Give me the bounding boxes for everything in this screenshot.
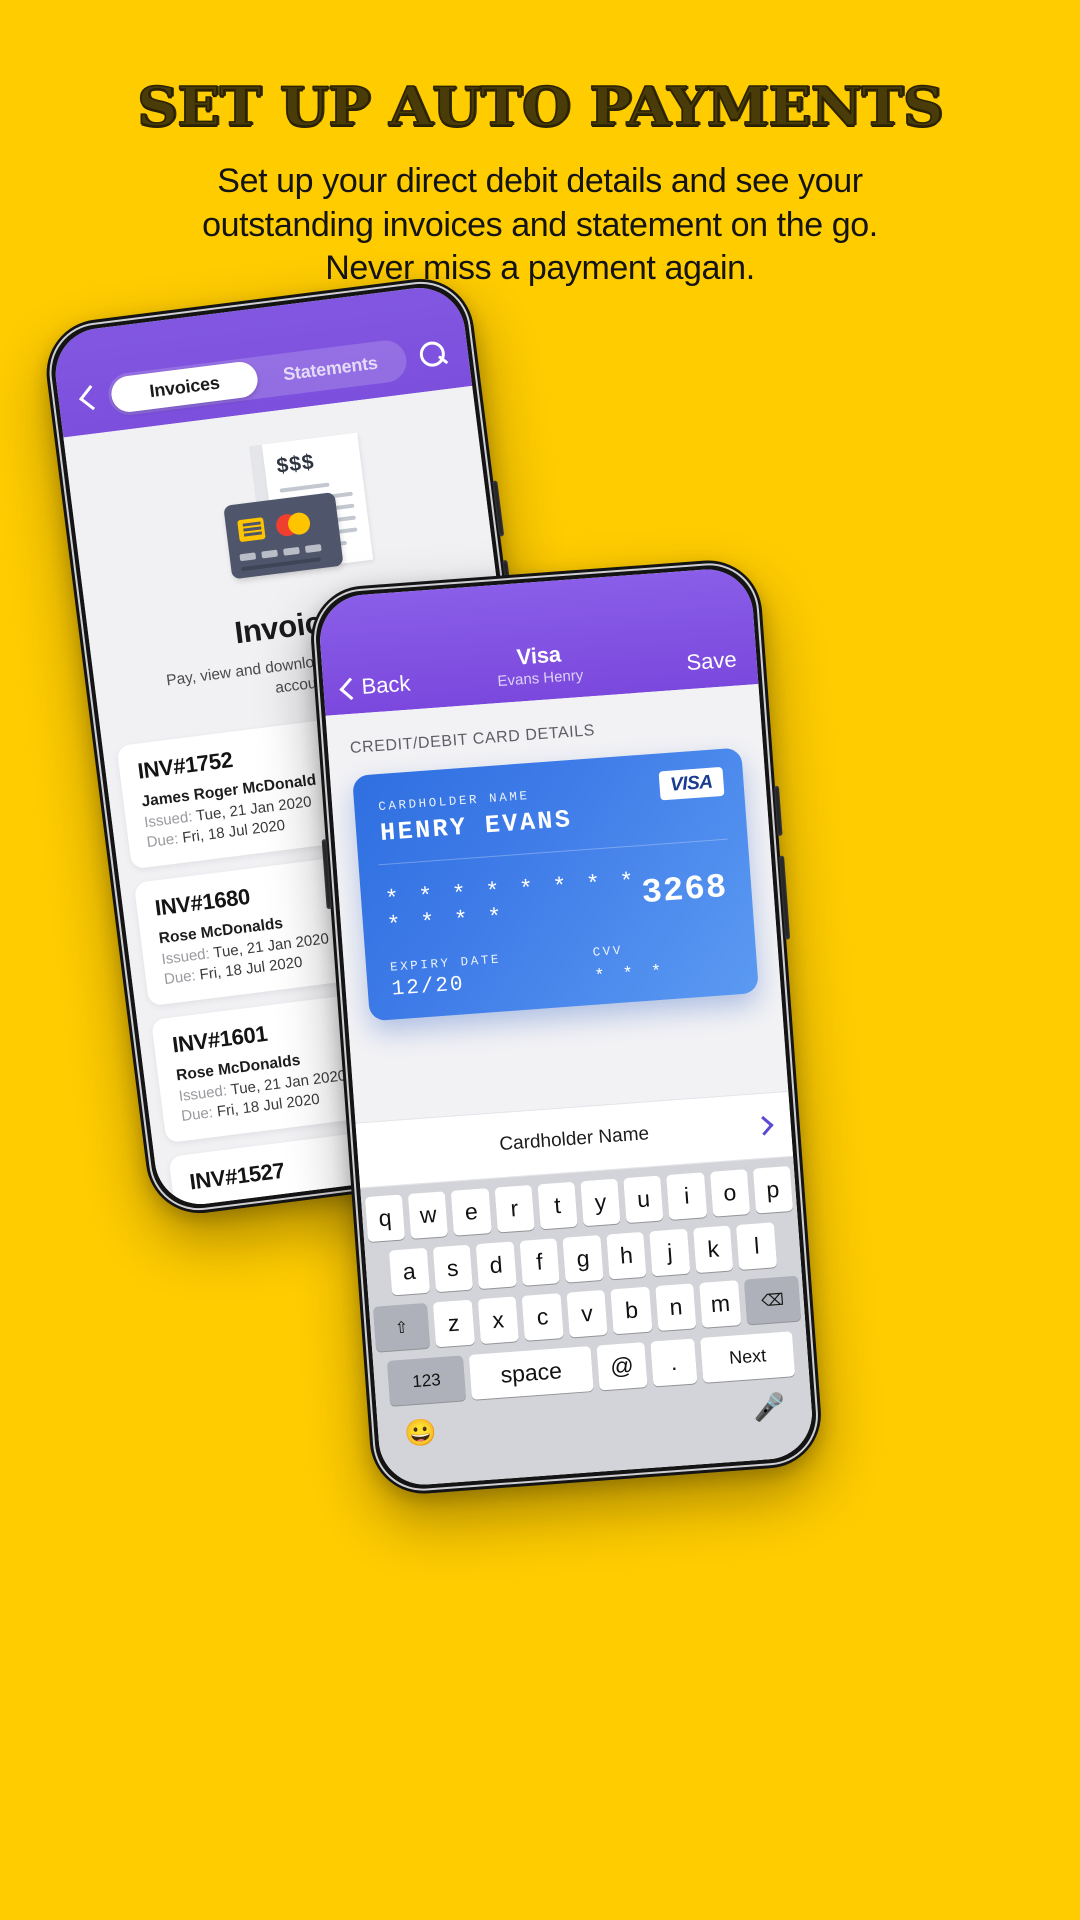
key-k[interactable]: k (692, 1225, 734, 1274)
cardholder-name-field-label: Cardholder Name (498, 1123, 650, 1156)
key-s[interactable]: s (432, 1244, 474, 1293)
key-v[interactable]: v (566, 1289, 608, 1338)
key-a[interactable]: a (388, 1247, 430, 1296)
credit-card-preview-wrapper: VISA CARDHOLDER NAME HENRY EVANS * * * *… (329, 728, 781, 1023)
invoice-due-label: Due: (145, 830, 180, 851)
invoice-issued-value: Tue, 21 Jan 2020 (247, 1204, 364, 1210)
key-b[interactable]: b (610, 1286, 653, 1335)
promo-subtitle-line-2: outstanding invoices and statement on th… (202, 205, 878, 244)
key-w[interactable]: w (407, 1191, 449, 1239)
promo-canvas: SET UP AUTO PAYMENTS Set up your direct … (0, 0, 1080, 1920)
key-g[interactable]: g (562, 1235, 604, 1283)
expiry-value: 12/20 (390, 973, 466, 1002)
phone-b-volume-up-button (773, 785, 783, 836)
key-next[interactable]: Next (700, 1331, 796, 1383)
visa-logo: VISA (658, 766, 725, 801)
phone-b-volume-down-button (779, 855, 791, 940)
key-h[interactable]: h (606, 1231, 647, 1280)
shift-icon[interactable]: ⇧ (372, 1302, 431, 1352)
back-button[interactable]: Back (339, 671, 412, 702)
key-at[interactable]: @ (596, 1342, 648, 1391)
key-l[interactable]: l (736, 1222, 778, 1270)
phone-mockup-card-details: Back Visa Evans Henry Save CREDIT/DEBIT … (307, 556, 825, 1498)
key-y[interactable]: y (580, 1178, 621, 1227)
emoji-icon[interactable]: 😀 (403, 1417, 438, 1450)
card-number-last4: 3268 (640, 868, 729, 914)
page-title: SET UP AUTO PAYMENTS (136, 75, 944, 139)
chevron-left-icon (339, 680, 356, 697)
promo-subtitle-line-1: Set up your direct debit details and see… (217, 162, 863, 200)
key-q[interactable]: q (364, 1194, 406, 1243)
chevron-left-icon[interactable] (75, 381, 101, 417)
microphone-icon[interactable]: 🎤 (752, 1391, 787, 1424)
invoice-issued-label: Issued: (177, 1081, 228, 1105)
card-number-row: * * * * * * * * * * * * 3268 (384, 862, 729, 939)
credit-card-icon (223, 491, 344, 580)
key-u[interactable]: u (623, 1175, 664, 1224)
chip-icon (237, 517, 266, 543)
cvv-value: * * * (593, 962, 667, 987)
on-screen-keyboard: q w e r t y u i o p a s d f g h j k l ⇧ … (360, 1156, 816, 1488)
card-cvv-block: CVV * * * (592, 941, 666, 987)
invoice-due-label: Due: (163, 966, 197, 988)
invoice-issued-label: Issued: (143, 808, 194, 832)
card-expiry-cvv-row: EXPIRY DATE 12/20 CVV * * * (390, 936, 734, 1002)
key-t[interactable]: t (537, 1181, 578, 1230)
card-expiry-block: EXPIRY DATE 12/20 (390, 953, 504, 1002)
key-f[interactable]: f (519, 1238, 560, 1286)
key-space[interactable]: space (468, 1346, 594, 1400)
back-button-label: Back (360, 670, 412, 700)
key-r[interactable]: r (494, 1184, 535, 1233)
key-c[interactable]: c (521, 1293, 564, 1341)
key-e[interactable]: e (451, 1188, 492, 1236)
card-body: CREDIT/DEBIT CARD DETAILS VISA CARDHOLDE… (325, 683, 816, 1488)
key-o[interactable]: o (709, 1169, 751, 1217)
key-p[interactable]: p (752, 1165, 794, 1214)
backspace-icon[interactable]: ⌫ (744, 1275, 802, 1325)
key-n[interactable]: n (655, 1283, 697, 1332)
key-period[interactable]: . (650, 1338, 698, 1387)
phone-a-volume-button (492, 480, 505, 537)
key-z[interactable]: z (432, 1299, 475, 1348)
key-x[interactable]: x (477, 1296, 520, 1345)
search-icon[interactable] (414, 337, 452, 375)
save-button[interactable]: Save (686, 647, 738, 677)
key-j[interactable]: j (649, 1228, 691, 1277)
promo-subtitle: Set up your direct debit details and see… (0, 160, 1080, 291)
invoice-due-label: Due: (180, 1103, 214, 1125)
tab-statements[interactable]: Statements (255, 341, 405, 395)
key-d[interactable]: d (475, 1241, 517, 1290)
phone-b-screen: Back Visa Evans Henry Save CREDIT/DEBIT … (316, 566, 816, 1488)
document-amount: $$$ (275, 450, 316, 478)
promo-header: SET UP AUTO PAYMENTS Set up your direct … (0, 75, 1080, 291)
invoice-issued-label: Issued: (160, 945, 211, 968)
card-number-masked: * * * * * * * * * * * * (384, 868, 638, 939)
credit-card-preview[interactable]: VISA CARDHOLDER NAME HENRY EVANS * * * *… (352, 747, 760, 1022)
key-m[interactable]: m (699, 1280, 742, 1328)
key-i[interactable]: i (666, 1172, 707, 1220)
cvv-label: CVV (592, 943, 624, 960)
chevron-right-icon[interactable] (753, 1115, 774, 1136)
key-numbers[interactable]: 123 (386, 1355, 467, 1406)
promo-subtitle-line-3: Never miss a payment again. (325, 249, 755, 288)
tab-invoices[interactable]: Invoices (109, 359, 260, 414)
